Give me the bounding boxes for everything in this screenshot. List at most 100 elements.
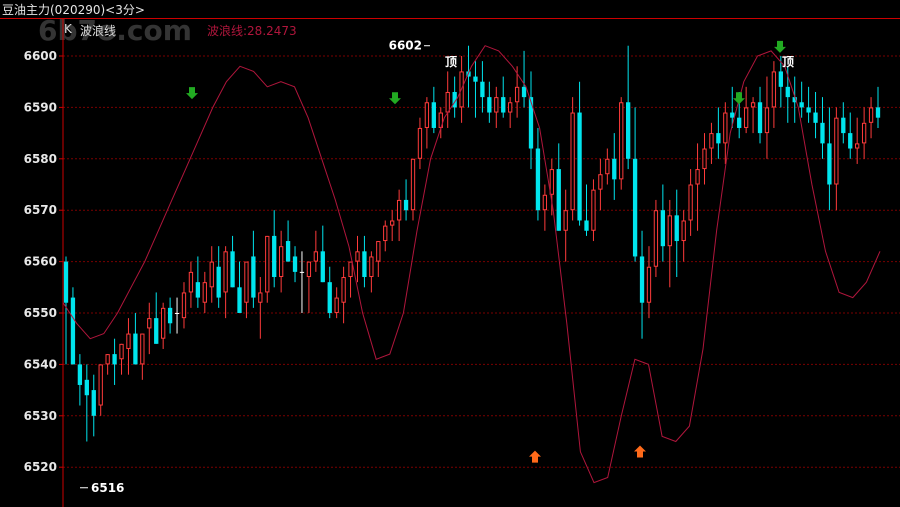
candle (174, 297, 180, 334)
candle-body (799, 102, 804, 108)
candle (681, 210, 686, 262)
candle (98, 364, 103, 416)
candle (619, 97, 624, 190)
sell-arrow-icon (389, 92, 401, 105)
candle-body (855, 143, 860, 149)
candle (813, 91, 818, 139)
candle (716, 107, 721, 159)
candle-body (341, 277, 346, 303)
candle-body (861, 122, 867, 144)
tick-label-6560: 6560 (24, 255, 57, 269)
candle-body (278, 246, 284, 278)
candle-body (265, 235, 270, 293)
candle (133, 313, 138, 365)
candle-body (716, 133, 721, 144)
candle (140, 333, 145, 380)
candle (605, 148, 610, 185)
candle-body (730, 112, 735, 118)
candle (70, 287, 76, 365)
candle-body (570, 112, 575, 211)
candle-body (660, 210, 666, 247)
candle-body (355, 251, 360, 262)
candle-body (105, 354, 110, 365)
candle (348, 261, 353, 298)
sell-arrow-icon (774, 40, 786, 53)
candle (855, 117, 860, 164)
candle (362, 235, 367, 288)
candles[interactable] (63, 45, 881, 442)
candle-body (167, 307, 173, 324)
candle (660, 184, 666, 262)
candle (848, 112, 853, 159)
candle (868, 97, 874, 139)
candle (542, 184, 548, 231)
candle (251, 230, 256, 308)
candle (577, 81, 582, 226)
candle-body (639, 256, 645, 303)
candle-body (702, 148, 707, 170)
candle-body (272, 235, 277, 278)
candle-body (161, 307, 166, 339)
candle (147, 302, 152, 355)
candle (216, 246, 221, 308)
candle (535, 127, 541, 221)
candle-body (63, 261, 69, 303)
top-label: 顶 (445, 55, 457, 69)
candle-body (757, 102, 763, 134)
candle (730, 86, 735, 128)
candle-body (91, 390, 96, 416)
candle-body (292, 256, 298, 272)
candle (632, 107, 638, 262)
candle (570, 97, 575, 221)
candle-body (508, 102, 513, 113)
candle (327, 266, 332, 319)
candle-body (834, 117, 839, 185)
candle (743, 86, 749, 134)
candle (723, 102, 728, 164)
candle (105, 354, 110, 375)
candle (646, 246, 652, 319)
candle (508, 97, 513, 128)
high-label: 6602 (389, 39, 422, 53)
candle (563, 189, 568, 262)
candle-body (688, 184, 693, 221)
candle (612, 133, 617, 200)
candle-body (556, 169, 561, 231)
candle-body (473, 76, 478, 82)
candle-body (605, 158, 610, 175)
candle-body (181, 292, 187, 319)
candle (355, 235, 360, 283)
candle-body (174, 313, 180, 314)
candle (521, 50, 527, 108)
candle-body (424, 102, 430, 128)
candle (181, 282, 187, 329)
candle-body (695, 169, 700, 185)
candle-body (591, 189, 596, 231)
candle (702, 133, 707, 185)
candle (799, 81, 804, 118)
candle-body (820, 122, 825, 144)
gridlines (63, 55, 900, 468)
candle-body (230, 251, 235, 288)
candle (369, 251, 374, 293)
candle-body (521, 86, 527, 98)
candle (757, 86, 763, 144)
candle-body (612, 158, 617, 180)
candle (431, 86, 436, 134)
candle-body (313, 251, 318, 262)
candle-body (244, 261, 249, 303)
candle (320, 225, 325, 283)
candle-body (223, 251, 228, 293)
candle-body (445, 91, 450, 113)
candle-body (362, 251, 367, 278)
candlestick-chart[interactable]: 652065306540655065606570658065906600 顶顶 … (0, 0, 900, 507)
candle-body (528, 97, 534, 149)
candle-body (258, 292, 263, 303)
candle (237, 261, 242, 313)
candle (674, 189, 679, 278)
sell-arrow-icon (733, 92, 745, 105)
candle (834, 107, 839, 211)
candle (91, 374, 96, 437)
candle (417, 117, 423, 170)
candle-body (431, 102, 436, 128)
